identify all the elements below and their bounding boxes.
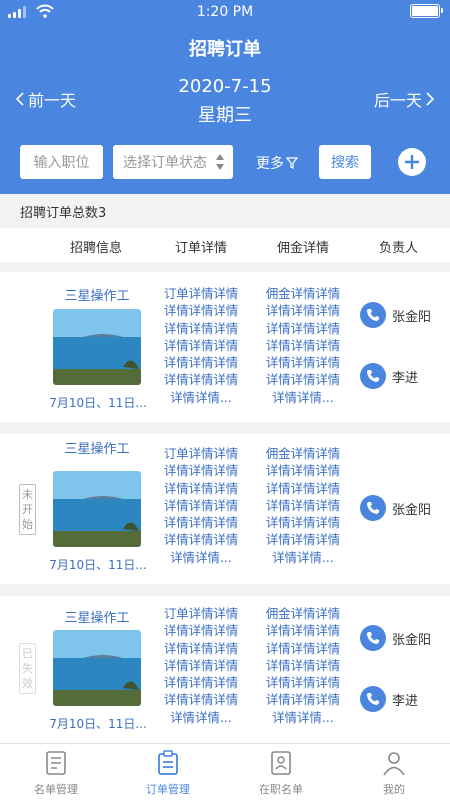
tab-label: 在职名单 — [259, 783, 303, 796]
add-order-button[interactable] — [398, 148, 426, 176]
job-photo — [53, 309, 141, 385]
order-card[interactable]: 三星操作工 7月10日、11日... 订单详情详情详情详情详情详情详情详情详情详… — [0, 272, 450, 422]
tab-bar: 名单管理 订单管理 在职名单 我的 — [0, 743, 450, 800]
owner-row[interactable]: 张金阳 — [360, 302, 431, 328]
job-date: 7月10日、11日... — [49, 717, 147, 731]
job-title: 三星操作工 — [64, 611, 130, 626]
filter-icon — [286, 157, 298, 169]
tab-order-management[interactable]: 订单管理 — [112, 744, 224, 800]
phone-icon[interactable] — [360, 363, 386, 389]
phone-icon[interactable] — [360, 495, 386, 521]
plus-icon — [405, 155, 419, 169]
commission-detail-text: 佣金详情详情详情详情详情详情详情详情详情详情详情详情详情详情详情详情详情详情详情… — [265, 286, 341, 405]
order-detail-text: 订单详情详情详情详情详情详情详情详情详情详情详情详情详情详情详情详情详情详情详情… — [163, 286, 239, 405]
owner-name: 张金阳 — [392, 309, 432, 325]
order-detail-text: 订单详情详情详情详情详情详情详情详情详情详情详情详情详情详情详情详情详情详情详情… — [163, 446, 239, 565]
column-order-detail: 订单详情 — [175, 241, 228, 256]
tab-list-management[interactable]: 名单管理 — [0, 744, 112, 800]
order-status-select[interactable]: 选择订单状态 — [113, 145, 233, 179]
order-card[interactable]: 三星操作工 7月10日、11日... 未开始 订单详情详情详情详情详情详情详情详… — [0, 434, 450, 584]
tab-label: 我的 — [383, 783, 405, 796]
tab-employee-list[interactable]: 在职名单 — [225, 744, 337, 800]
column-job-info: 招聘信息 — [70, 241, 123, 256]
commission-detail-text: 佣金详情详情详情详情详情详情详情详情详情详情详情详情详情详情详情详情详情详情详情… — [265, 446, 341, 565]
owner-name: 李进 — [392, 370, 419, 386]
person-icon — [383, 752, 405, 776]
tab-mine[interactable]: 我的 — [338, 744, 450, 800]
job-photo — [53, 471, 141, 547]
next-day-label: 后一天 — [373, 91, 422, 110]
employee-doc-icon — [271, 751, 291, 775]
owner-row[interactable]: 张金阳 — [360, 495, 431, 521]
more-filter-button[interactable]: 更多 — [256, 153, 298, 173]
status-time: 1:20 PM — [196, 4, 254, 20]
column-commission-detail: 佣金详情 — [277, 241, 330, 256]
job-photo — [53, 630, 141, 706]
owner-row[interactable]: 张金阳 — [360, 625, 431, 651]
job-input[interactable]: 输入职位 — [20, 145, 103, 179]
commission-detail-text: 佣金详情详情详情详情详情详情详情详情详情详情详情详情详情详情详情详情详情详情详情… — [265, 606, 341, 725]
filter-row: 输入职位 选择订单状态 更多 搜索 — [20, 145, 435, 179]
phone-icon[interactable] — [360, 302, 386, 328]
owner-name: 张金阳 — [392, 632, 432, 648]
job-title: 三星操作工 — [64, 289, 130, 304]
status-bar: 1:20 PM — [0, 0, 450, 24]
list-doc-icon — [46, 751, 66, 775]
owner-name: 李进 — [392, 693, 419, 709]
clipboard-icon — [158, 750, 178, 775]
order-total: 招聘订单总数3 — [0, 194, 450, 228]
phone-icon[interactable] — [360, 686, 386, 712]
status-badge: 已失效 — [19, 643, 36, 694]
job-date: 7月10日、11日... — [49, 396, 147, 410]
job-title: 三星操作工 — [64, 442, 130, 457]
more-label: 更多 — [256, 156, 284, 172]
tab-label: 名单管理 — [34, 783, 78, 796]
tab-label: 订单管理 — [146, 783, 190, 796]
chevron-right-icon — [426, 92, 434, 106]
phone-icon[interactable] — [360, 625, 386, 651]
column-owner: 负责人 — [379, 241, 419, 256]
column-header: 招聘信息 订单详情 佣金详情 负责人 — [0, 228, 450, 262]
owner-row[interactable]: 李进 — [360, 686, 418, 712]
job-date: 7月10日、11日... — [49, 558, 147, 572]
next-day-button[interactable]: 后一天 — [374, 87, 434, 111]
page-title: 招聘订单 — [189, 39, 261, 60]
order-detail-text: 订单详情详情详情详情详情详情详情详情详情详情详情详情详情详情详情详情详情详情详情… — [163, 606, 239, 725]
search-button[interactable]: 搜索 — [319, 145, 371, 179]
order-card[interactable]: 三星操作工 7月10日、11日... 已失效 订单详情详情详情详情详情详情详情详… — [0, 596, 450, 743]
owner-row[interactable]: 李进 — [360, 363, 418, 389]
header: 1:20 PM 招聘订单 前一天 2020-7-15 星期三 后一天 输入职位 … — [0, 0, 450, 194]
sort-arrows-icon — [216, 154, 224, 170]
owner-name: 张金阳 — [392, 502, 432, 518]
battery-icon — [410, 4, 443, 18]
order-status-placeholder: 选择订单状态 — [123, 155, 207, 171]
status-badge: 未开始 — [19, 484, 36, 535]
